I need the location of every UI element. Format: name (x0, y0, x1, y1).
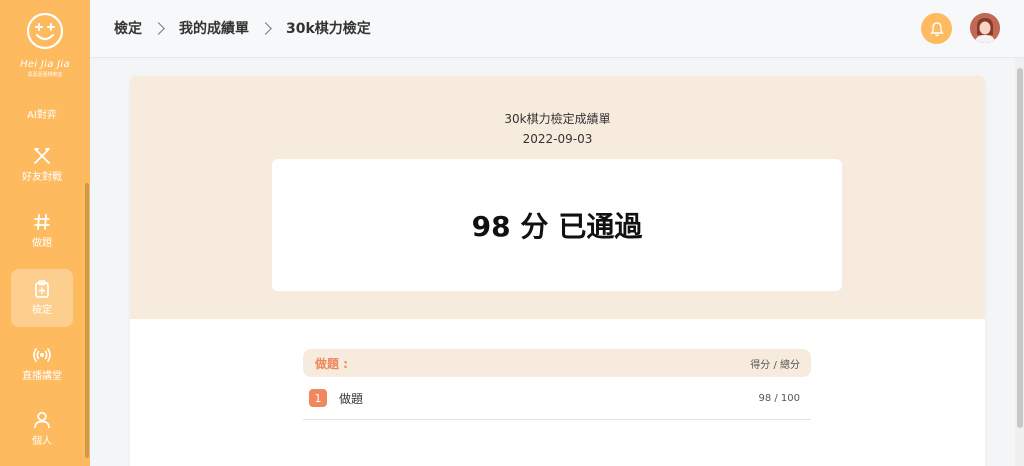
sidebar-item-label: 好友對戰 (22, 172, 62, 183)
sidebar-item-profile[interactable]: 個人 (11, 410, 73, 466)
sidebar-item-label: AI對弈 (27, 110, 57, 121)
hash-icon (34, 214, 50, 230)
smiley-logo-icon (26, 12, 64, 50)
certificate-header: 30k棋力檢定成績單 2022-09-03 98 分 已通過 (130, 76, 985, 319)
crossed-swords-icon (34, 148, 50, 164)
report-card: 30k棋力檢定成績單 2022-09-03 98 分 已通過 做題 : 得分 /… (130, 76, 985, 466)
breadcrumb-item-current: 30k棋力檢定 (286, 21, 371, 37)
chevron-right-icon (259, 21, 272, 35)
results-table: 做題 : 得分 / 總分 1 做題 98 / 100 (303, 349, 811, 420)
row-index-badge: 1 (309, 389, 327, 407)
top-header: 檢定 我的成績單 30k棋力檢定 (90, 0, 1024, 58)
certificate-title: 30k棋力檢定成績單 (504, 112, 611, 126)
section-title: 做題 : (315, 356, 348, 371)
sidebar-item-label: 檢定 (32, 305, 52, 316)
logo-subtitle: 黑嘉嘉圍棋教室 (27, 72, 63, 78)
table-header: 做題 : 得分 / 總分 (303, 349, 811, 377)
score-value: 98 分 (471, 210, 549, 243)
sidebar: Hei Jia Jia 黑嘉嘉圍棋教室 AI對弈 好友對戰 做題 檢定 直播講堂 (0, 0, 90, 466)
breadcrumb-item-my-report[interactable]: 我的成績單 (179, 18, 249, 38)
bell-icon (929, 21, 944, 36)
pass-status: 已通過 (558, 210, 643, 243)
sidebar-item-label: 個人 (32, 436, 52, 447)
sidebar-item-certification[interactable]: 檢定 (11, 269, 73, 327)
score-column-header: 得分 / 總分 (750, 359, 800, 371)
row-score: 98 / 100 (758, 392, 800, 404)
page-scrollbar[interactable] (1017, 68, 1023, 428)
sidebar-item-label: 做題 (32, 238, 52, 249)
sidebar-item-label: 直播講堂 (22, 371, 62, 382)
sidebar-item-live-class[interactable]: 直播講堂 (11, 345, 73, 403)
user-icon (34, 411, 50, 429)
breadcrumb-item-certification[interactable]: 檢定 (114, 18, 142, 38)
row-name: 做題 (339, 391, 364, 406)
chevron-right-icon (152, 21, 165, 35)
avatar[interactable] (970, 13, 1000, 43)
sidebar-item-exercises[interactable]: 做題 (11, 212, 73, 270)
score-box: 98 分 已通過 (272, 159, 842, 291)
user-avatar-icon (970, 13, 1000, 43)
logo-text: Hei Jia Jia (20, 59, 70, 70)
breadcrumb: 檢定 我的成績單 30k棋力檢定 (114, 18, 371, 38)
broadcast-icon (33, 348, 51, 362)
notification-button[interactable] (921, 13, 952, 44)
sidebar-item-friend-battle[interactable]: 好友對戰 (11, 146, 73, 204)
certificate-date: 2022-09-03 (522, 132, 593, 146)
logo[interactable]: Hei Jia Jia 黑嘉嘉圍棋教室 (0, 12, 90, 78)
sidebar-scrollbar[interactable] (85, 183, 89, 458)
table-row: 1 做題 98 / 100 (303, 377, 811, 420)
sidebar-item-ai-game[interactable]: AI對弈 (11, 104, 73, 130)
clipboard-icon (35, 280, 49, 298)
